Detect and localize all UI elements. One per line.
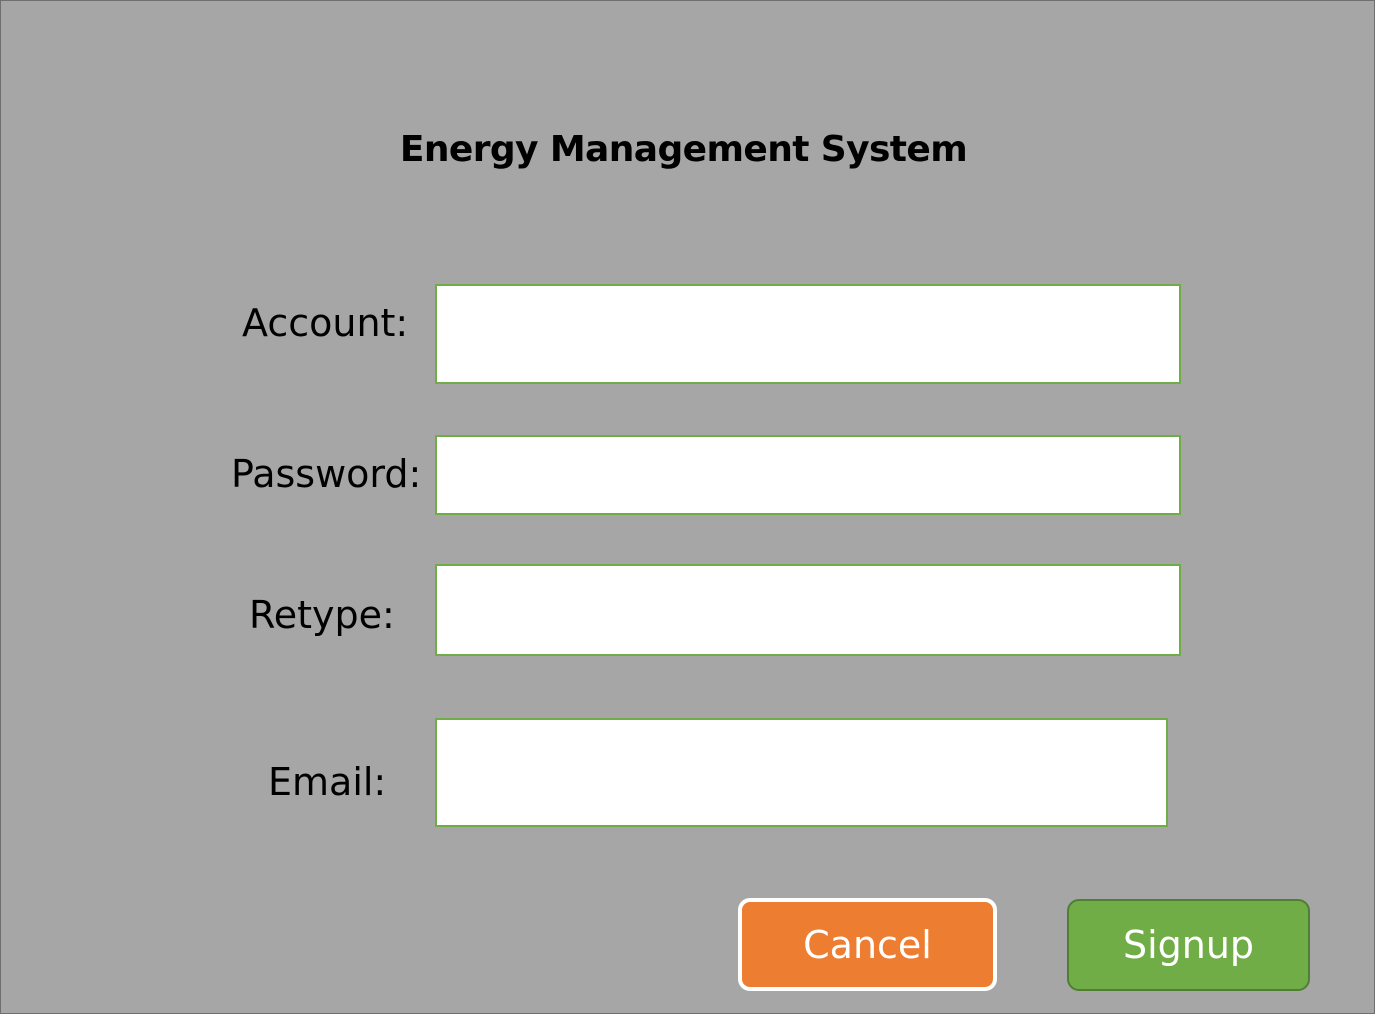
cancel-button-label: Cancel xyxy=(803,922,932,967)
signup-button[interactable]: Signup xyxy=(1067,899,1310,991)
retype-password-input[interactable] xyxy=(435,564,1181,656)
password-label: Password: xyxy=(231,452,422,496)
signup-button-label: Signup xyxy=(1122,923,1255,967)
email-input[interactable] xyxy=(435,718,1168,827)
retype-label: Retype: xyxy=(249,593,395,637)
account-input[interactable] xyxy=(435,284,1181,384)
page-title: Energy Management System xyxy=(399,129,968,170)
email-label: Email: xyxy=(268,760,387,804)
account-label: Account: xyxy=(242,301,409,345)
cancel-button[interactable]: Cancel xyxy=(738,898,997,991)
signup-window: Energy Management System Account: Passwo… xyxy=(0,0,1375,1014)
password-input[interactable] xyxy=(435,435,1181,515)
